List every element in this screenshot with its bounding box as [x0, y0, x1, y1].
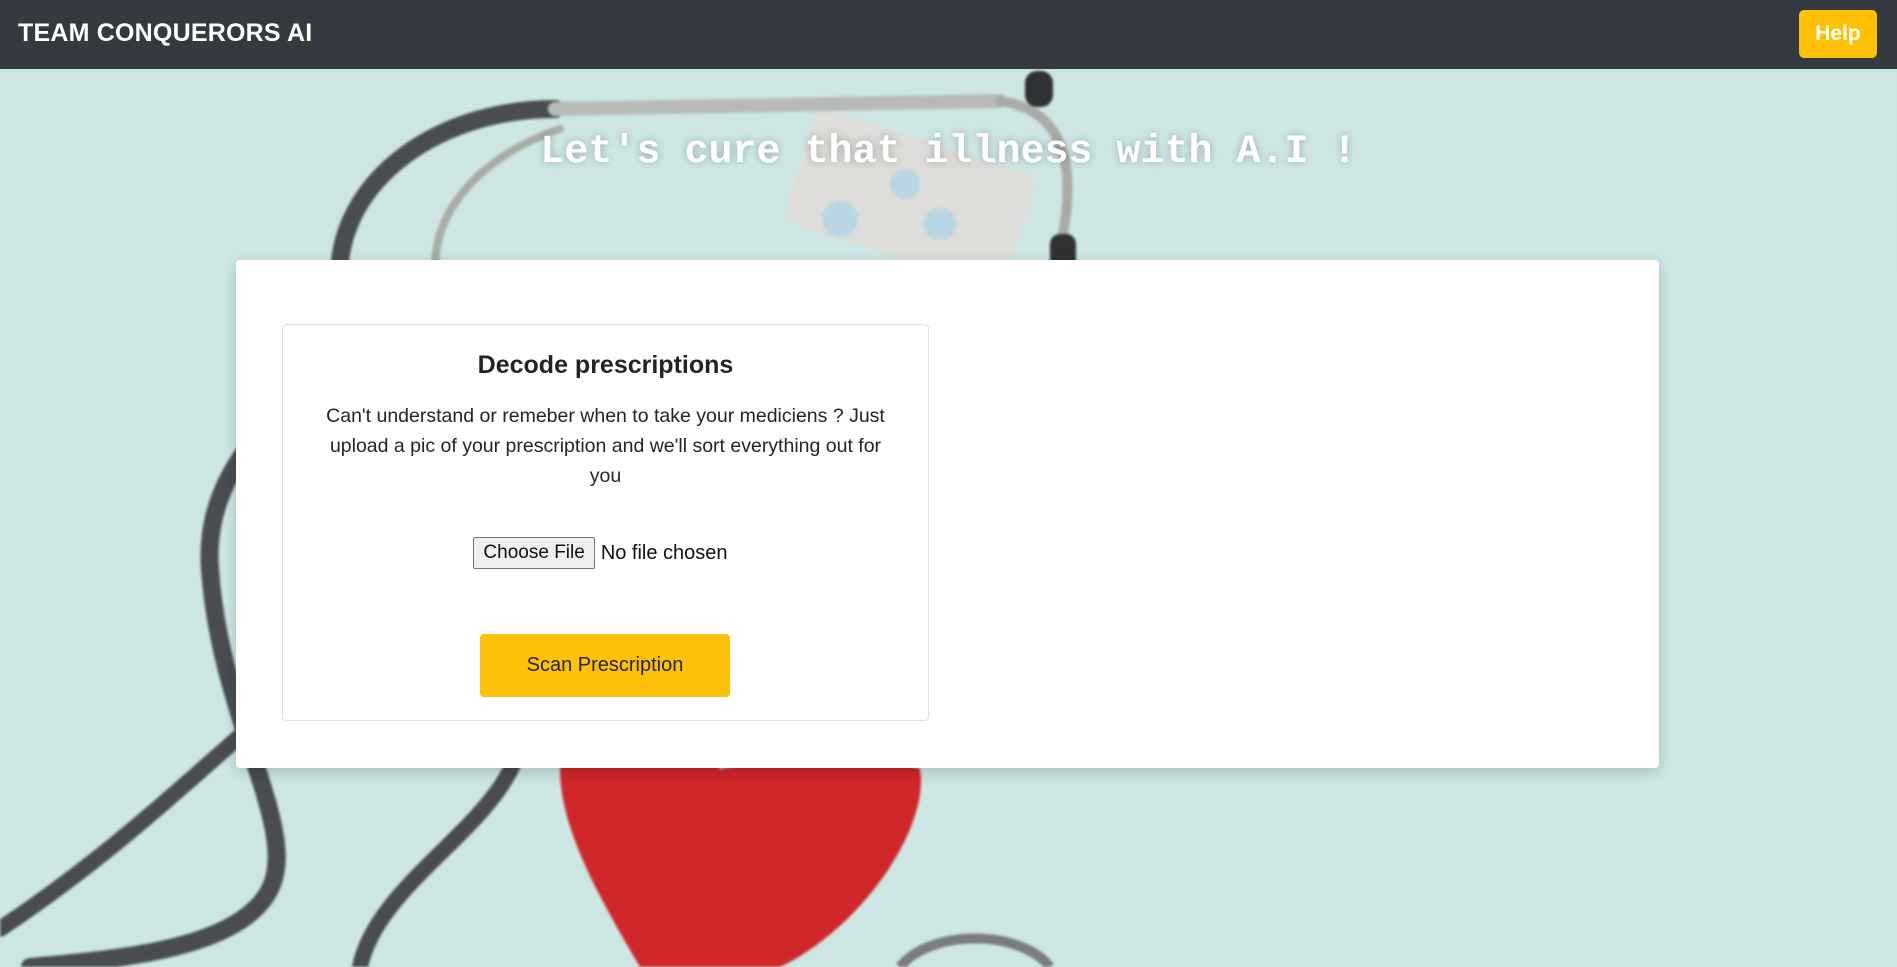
- navbar: TEAM CONQUERORS AI Help: [0, 0, 1897, 69]
- card-title: Decode prescriptions: [477, 351, 734, 379]
- file-input[interactable]: Choose File No file chosen: [283, 537, 928, 569]
- scan-prescription-button[interactable]: Scan Prescription: [480, 634, 730, 697]
- card-description: Can't understand or remeber when to take…: [326, 405, 885, 487]
- main-panel: Decode prescriptions Can't understand or…: [236, 260, 1659, 768]
- brand-title[interactable]: TEAM CONQUERORS AI: [18, 19, 312, 48]
- hero-headline: Let's cure that illness with A.I !: [540, 130, 1357, 175]
- help-button[interactable]: Help: [1799, 10, 1877, 58]
- file-status-text: No file chosen: [600, 541, 728, 564]
- prescription-card: Decode prescriptions Can't understand or…: [282, 324, 929, 721]
- choose-file-button[interactable]: Choose File: [473, 537, 595, 569]
